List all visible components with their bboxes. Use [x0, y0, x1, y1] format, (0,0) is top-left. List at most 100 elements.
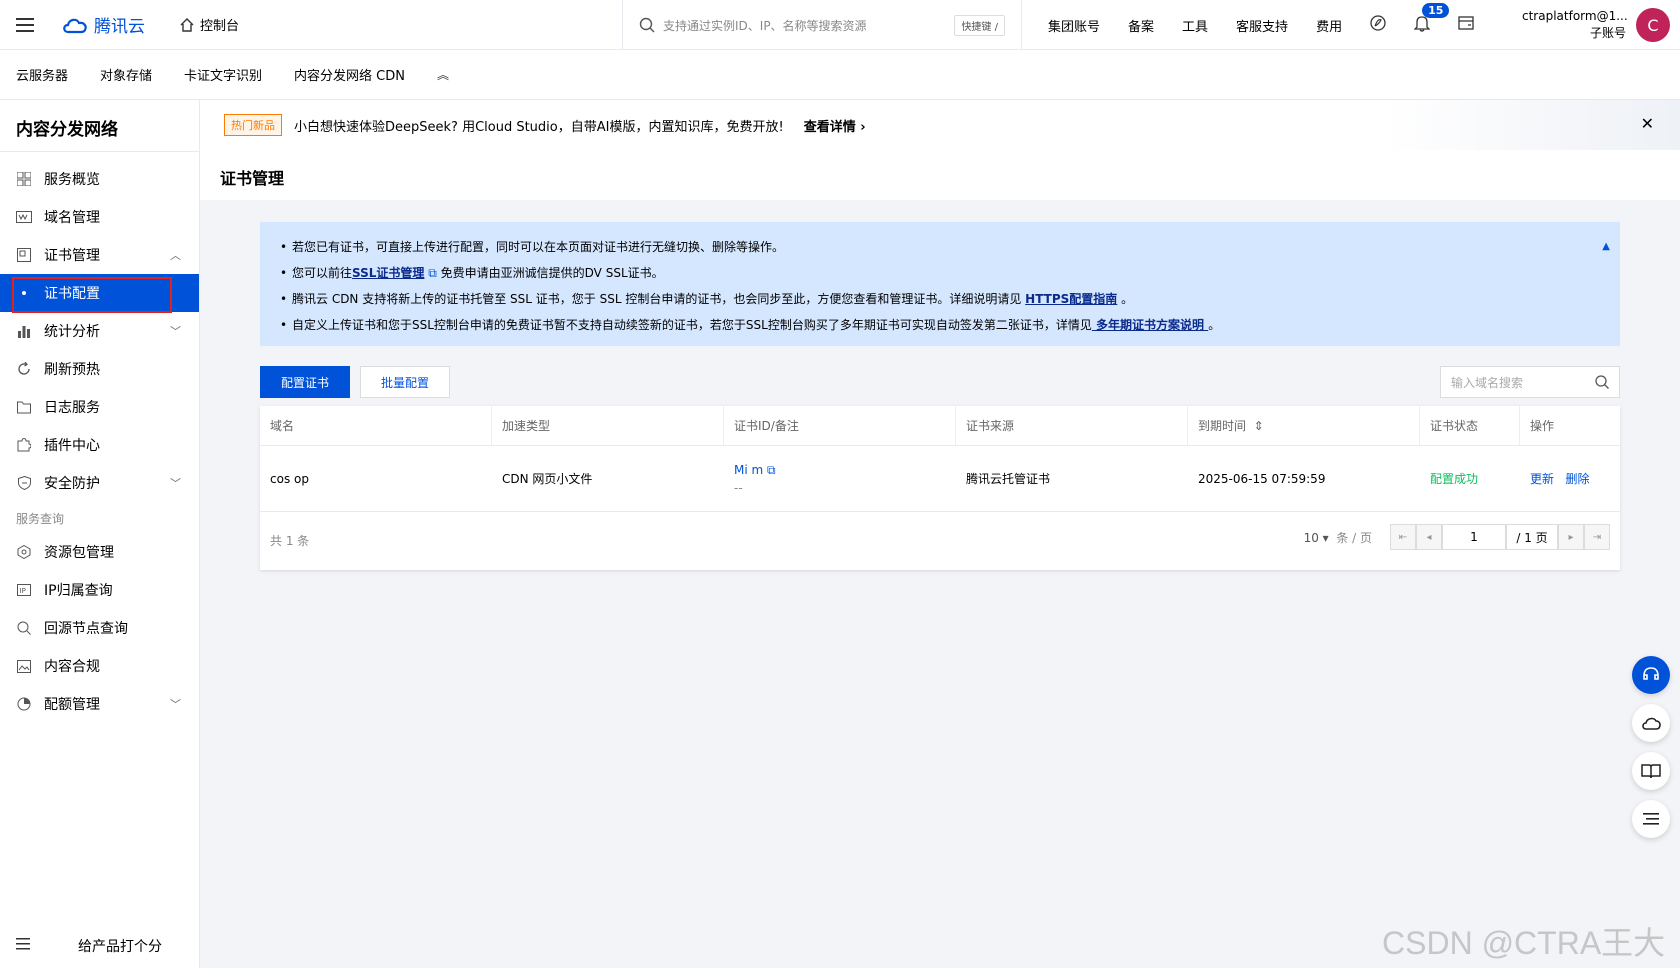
filing-link[interactable]: 备案 [1128, 16, 1154, 35]
sidebar-footer: 给产品打个分 [0, 924, 200, 968]
shortcut-cvm[interactable]: 云服务器 [16, 65, 68, 84]
sidebar-item-overview[interactable]: 服务概览 [0, 160, 199, 198]
logo-text: 腾讯云 [94, 17, 145, 37]
delete-button[interactable]: 删除 [1565, 470, 1589, 487]
menu-icon[interactable] [0, 0, 50, 50]
notice-line: 您可以前往SSL证书管理 ⧉ 免费申请由亚洲诚信提供的DV SSL证书。 [280, 260, 1600, 286]
ssl-cert-link[interactable]: SSL证书管理 [352, 266, 424, 280]
cell-type: CDN 网页小文件 [502, 472, 593, 486]
sidebar-item-label: 刷新预热 [44, 362, 100, 378]
cert-id-link[interactable]: Mi m ⧉ [734, 461, 776, 479]
collapse-menu-icon[interactable] [16, 938, 30, 954]
cloud-logo-icon [63, 18, 87, 33]
folder-icon [16, 399, 32, 415]
sort-icon[interactable]: ⇕ [1254, 419, 1264, 433]
search-input[interactable]: 支持通过实例ID、IP、名称等搜索资源 [663, 17, 954, 34]
sidebar-item-security[interactable]: 安全防护 ﹀ [0, 464, 199, 502]
promo-details-link[interactable]: 查看详情 › [804, 116, 866, 135]
shortcut-hint: 快捷键 / [954, 14, 1005, 36]
sidebar-item-label: 回源节点查询 [44, 621, 128, 637]
sidebar-item-label: 服务概览 [44, 172, 100, 188]
col-source: 证书来源 [956, 406, 1188, 445]
domain-search-input[interactable]: 输入域名搜索 [1440, 366, 1620, 398]
close-icon[interactable]: ✕ [1641, 114, 1654, 133]
page-size-select[interactable]: 10 ▾ 条 / 页 [1304, 529, 1372, 546]
page-number-input[interactable]: 1 [1442, 524, 1506, 550]
sidebar-item-label: 证书配置 [44, 286, 100, 302]
top-links: 集团账号 备案 工具 客服支持 费用 15 [1048, 0, 1474, 50]
global-search[interactable]: 支持通过实例ID、IP、名称等搜索资源 快捷键 / [622, 0, 1022, 50]
shortcut-cos[interactable]: 对象存储 [100, 65, 152, 84]
support-chat-button[interactable] [1632, 656, 1670, 694]
search-icon [639, 17, 655, 33]
tools-link[interactable]: 工具 [1182, 16, 1208, 35]
svg-text:IP: IP [20, 587, 26, 595]
list-icon [1643, 813, 1659, 825]
shortcut-ocr[interactable]: 卡证文字识别 [184, 65, 262, 84]
dot-icon [16, 285, 32, 301]
cert-table: 域名 加速类型 证书ID/备注 证书来源 到期时间 ⇕ 证书状态 操作 cos … [260, 406, 1620, 570]
sidebar-item-quota[interactable]: 配额管理 ﹀ [0, 685, 199, 723]
support-link[interactable]: 客服支持 [1236, 16, 1288, 35]
prev-page-button[interactable]: ◂ [1416, 524, 1442, 550]
rate-product-link[interactable]: 给产品打个分 [78, 936, 162, 956]
group-account-link[interactable]: 集团账号 [1048, 16, 1100, 35]
multi-year-cert-link[interactable]: 多年期证书方案说明 [1092, 318, 1208, 332]
cell-cert-id: Mi m ⧉ -- [724, 446, 956, 511]
certificate-icon [16, 247, 32, 263]
account-info[interactable]: ctraplatform@1... 子账号 [1522, 8, 1628, 42]
shortcut-cdn[interactable]: 内容分发网络 CDN [294, 65, 405, 84]
notification-bell[interactable]: 15 [1413, 2, 1450, 36]
avatar[interactable]: C [1636, 8, 1670, 42]
sidebar-item-origin-node[interactable]: 回源节点查询 [0, 609, 199, 647]
notice-line: 腾讯云 CDN 支持将新上传的证书托管至 SSL 证书，您于 SSL 控制台申请… [280, 286, 1600, 312]
notice-line: 若您已有证书，可直接上传进行配置，同时可以在本页面对证书进行无缝切换、删除等操作… [280, 234, 1600, 260]
image-icon [16, 658, 32, 674]
cloud-assistant-button[interactable] [1632, 704, 1670, 742]
promo-banner: 热门新品 小白想快速体验DeepSeek? 用Cloud Studio，自带AI… [200, 100, 1680, 150]
collapse-notice-icon[interactable]: ▲ [1602, 234, 1610, 260]
update-button[interactable]: 更新 [1530, 470, 1554, 487]
sidebar-item-analytics[interactable]: 统计分析 ﹀ [0, 312, 199, 350]
table-row: cos op CDN 网页小文件 Mi m ⧉ -- 腾讯云托管证书 2025-… [260, 446, 1620, 512]
sidebar-item-cert-config[interactable]: 证书配置 [0, 274, 199, 313]
console-link[interactable]: 控制台 [180, 15, 239, 34]
sidebar: 内容分发网络 服务概览 域名管理 证书管理 ︿ 证书配置 统计分析 ﹀ 刷新预热… [0, 100, 200, 968]
first-page-button[interactable]: ⇤ [1390, 524, 1416, 550]
next-page-button[interactable]: ▸ [1558, 524, 1584, 550]
sidebar-item-refresh[interactable]: 刷新预热 [0, 350, 199, 388]
sidebar-item-packages[interactable]: 资源包管理 [0, 533, 199, 571]
node-search-icon [16, 620, 32, 636]
sidebar-item-logs[interactable]: 日志服务 [0, 388, 199, 426]
collapse-icon[interactable]: ︽ [437, 66, 449, 83]
cell-domain: cos op [270, 471, 309, 486]
sidebar-item-cert-management[interactable]: 证书管理 ︿ [0, 236, 199, 274]
notice-line: 自定义上传证书和您于SSL控制台申请的免费证书暂不支持自动续签新的证书，若您于S… [280, 312, 1600, 338]
sidebar-item-ip-lookup[interactable]: IP IP归属查询 [0, 571, 199, 609]
sidebar-item-label: 插件中心 [44, 438, 100, 454]
sidebar-item-label: 安全防护 [44, 476, 100, 492]
https-guide-link[interactable]: HTTPS配置指南 [1025, 292, 1117, 306]
sidebar-item-label: 域名管理 [44, 210, 100, 226]
chevron-up-icon: ︿ [170, 249, 181, 262]
billing-link[interactable]: 费用 [1316, 16, 1342, 35]
sidebar-item-compliance[interactable]: 内容合规 [0, 647, 199, 685]
col-expiry[interactable]: 到期时间 ⇕ [1188, 406, 1420, 445]
pie-icon [16, 696, 32, 712]
batch-configure-button[interactable]: 批量配置 [360, 366, 450, 398]
search-icon[interactable] [1595, 375, 1609, 389]
sidebar-item-plugins[interactable]: 插件中心 [0, 426, 199, 464]
configure-cert-button[interactable]: 配置证书 [260, 366, 350, 398]
ai-icon[interactable] [1370, 15, 1386, 35]
puzzle-icon [16, 437, 32, 453]
last-page-button[interactable]: ⇥ [1584, 524, 1610, 550]
tencent-cloud-logo[interactable]: 腾讯云 [62, 12, 166, 37]
chevron-down-icon: ﹀ [170, 325, 181, 338]
workorder-icon[interactable] [1458, 16, 1474, 34]
table-header: 域名 加速类型 证书ID/备注 证书来源 到期时间 ⇕ 证书状态 操作 [260, 406, 1620, 446]
top-nav: 腾讯云 控制台 支持通过实例ID、IP、名称等搜索资源 快捷键 / 集团账号 备… [0, 0, 1680, 50]
notification-count: 15 [1422, 2, 1450, 18]
docs-button[interactable] [1632, 752, 1670, 790]
menu-list-button[interactable] [1632, 800, 1670, 838]
sidebar-item-domains[interactable]: 域名管理 [0, 198, 199, 236]
